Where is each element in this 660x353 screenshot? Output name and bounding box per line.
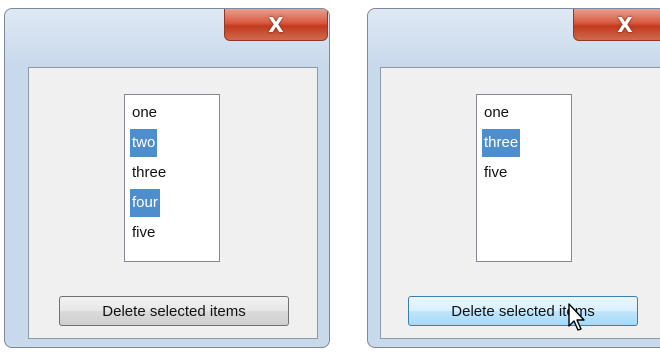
- list-item[interactable]: four: [125, 188, 219, 218]
- items-listbox[interactable]: one three five: [476, 94, 572, 262]
- close-button[interactable]: X: [573, 9, 660, 41]
- list-item-label: five: [484, 164, 508, 181]
- close-button[interactable]: X: [224, 9, 328, 41]
- list-item-label-selected: two: [130, 129, 158, 157]
- window-after-delete: X one three five Delete selected items: [367, 8, 660, 348]
- dialog-client-area: one two three four five Delete selected …: [28, 67, 318, 339]
- list-item-label-selected: four: [130, 189, 160, 217]
- list-item-label: three: [132, 164, 167, 181]
- list-item-label-selected: three: [482, 129, 521, 157]
- list-item[interactable]: one: [125, 98, 219, 128]
- list-item-label: five: [132, 224, 156, 241]
- window-before-delete: X one two three four five Delete selecte…: [4, 8, 330, 348]
- list-item[interactable]: five: [125, 218, 219, 248]
- delete-selected-button-hover[interactable]: Delete selected items: [408, 296, 638, 326]
- list-item[interactable]: two: [125, 128, 219, 158]
- list-item-label: one: [484, 104, 510, 121]
- dialog-client-area: one three five Delete selected items: [380, 67, 660, 339]
- close-icon: X: [617, 12, 633, 37]
- mouse-pointer-icon: [568, 303, 585, 331]
- delete-selected-button[interactable]: Delete selected items: [59, 296, 289, 326]
- close-icon: X: [268, 12, 284, 37]
- list-item[interactable]: three: [477, 128, 571, 158]
- items-listbox[interactable]: one two three four five: [124, 94, 220, 262]
- list-item[interactable]: five: [477, 158, 571, 188]
- list-item[interactable]: three: [125, 158, 219, 188]
- list-item[interactable]: one: [477, 98, 571, 128]
- list-item-label: one: [132, 104, 158, 121]
